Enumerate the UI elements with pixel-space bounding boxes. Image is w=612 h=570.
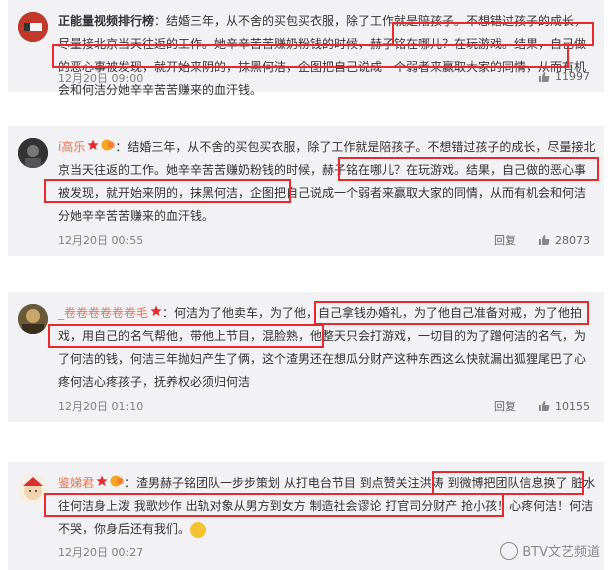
avatar[interactable] [18,474,48,504]
avatar[interactable] [18,12,48,42]
star-badge-icon [150,302,162,325]
like-count: 28073 [555,233,590,247]
comment-content: 鉴娣君 ：渣男赫子铭团队一步步策划 从打电台节目 到点赞关注洪涛 到微博把团队信息… [58,472,596,541]
reply-link[interactable]: 回复 [494,398,516,414]
comment-card: _卷卷卷卷卷卷毛 ：何洁为了他卖车，为了他，自己拿钱办婚礼，为了他自己准备对戒，为… [8,292,604,422]
watermark-text: BTV文艺频道 [522,545,600,560]
thumbs-up-icon [539,401,550,411]
star-badge-icon [87,136,99,159]
comment-card: 正能量视频排行榜：结婚三年，从不舍的买包买衣服，除了工作就是陪孩子。不想错过孩子… [8,0,604,97]
like-button[interactable]: 10155 [538,400,590,413]
avatar-logo-icon [18,12,48,42]
reply-link[interactable]: 回复 [494,232,516,248]
star-badge-icon [96,472,108,495]
like-button[interactable]: 11997 [538,70,590,83]
comment-actions: 回复 28073 [494,232,590,248]
comment-time: 12月20日 00:55 [58,234,144,247]
sad-face-emoji-icon [190,521,207,538]
vip-badge-icon [101,136,115,159]
vip-badge-icon [110,472,124,495]
comment-time: 12月20日 01:10 [58,400,144,413]
comment-username[interactable]: 鉴娣君 [58,476,94,490]
comment-text: ：渣男赫子铭团队一步步策划 从打电台节目 到点赞关注洪涛 到微博把团队信息换了 … [58,476,596,536]
avatar-photo-icon [18,304,48,334]
comment-card: i高乐 ：结婚三年，从不舍的买包买衣服，除了工作就是陪孩子。不想错过孩子的成长，尽… [8,126,604,256]
channel-logo-icon [500,541,519,560]
avatar-photo-icon [18,138,48,168]
comment-time: 12月20日 00:27 [58,546,144,559]
comment-time: 12月20日 09:00 [58,72,144,85]
like-count: 10155 [555,399,590,413]
comment-text: ：结婚三年，从不舍的买包买衣服，除了工作就是陪孩子。不想错过孩子的成长，尽量接北… [58,140,596,223]
thumbs-up-icon [539,71,550,82]
like-button[interactable]: 28073 [538,234,590,247]
comment-username[interactable]: i高乐 [58,140,85,154]
comment-content: 正能量视频排行榜：结婚三年，从不舍的买包买衣服，除了工作就是陪孩子。不想错过孩子… [58,10,596,102]
comment-username[interactable]: 正能量视频排行榜 [58,14,154,28]
like-count: 11997 [555,70,590,83]
watermark: BTV文艺频道 [500,541,600,560]
comment-content: i高乐 ：结婚三年，从不舍的买包买衣服，除了工作就是陪孩子。不想错过孩子的成长，尽… [58,136,596,228]
avatar[interactable] [18,138,48,168]
comment-username[interactable]: _卷卷卷卷卷卷毛 [58,306,148,320]
avatar-cartoon-icon [18,474,48,504]
avatar[interactable] [18,304,48,334]
comment-actions: 回复 10155 [494,398,590,414]
comment-actions: 11997 [538,70,590,83]
comment-content: _卷卷卷卷卷卷毛 ：何洁为了他卖车，为了他，自己拿钱办婚礼，为了他自己准备对戒，为… [58,302,596,394]
thumbs-up-icon [539,235,550,245]
